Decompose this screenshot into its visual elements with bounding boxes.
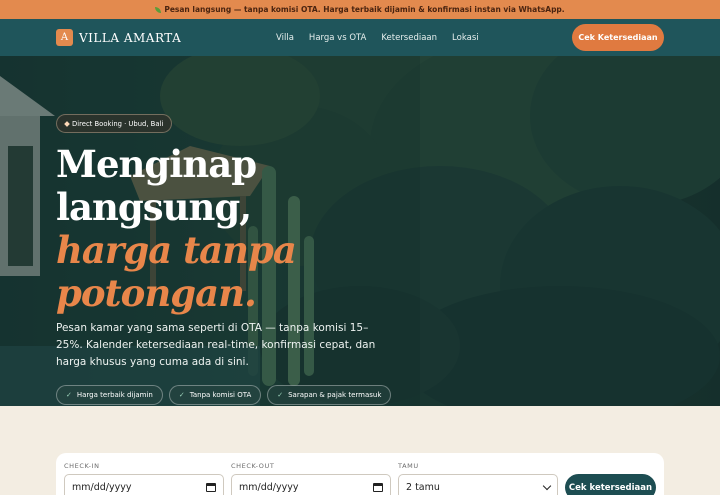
leaf-icon [155,6,162,13]
hero-badge-text: Direct Booking · Ubud, Bali [72,119,164,128]
navbar: A VILLA AMARTA Villa Harga vs OTA Keters… [0,19,720,56]
feature-chip-label: Harga terbaik dijamin [76,391,153,399]
nav-link-lokasi[interactable]: Lokasi [452,33,479,43]
checkout-value: mm/dd/yyyy [239,481,299,493]
headline-line-1: Menginap [56,142,257,186]
nav-link-villa[interactable]: Villa [276,33,294,43]
hero-section: Direct Booking · Ubud, Bali Menginap lan… [0,56,720,406]
booking-form: CHECK-IN mm/dd/yyyy CHECK-OUT mm/dd/yyyy… [56,453,664,495]
feature-chip-label: Sarapan & pajak termasuk [288,391,382,399]
calendar-icon[interactable] [373,482,383,492]
feature-chip-label: Tanpa komisi OTA [189,391,252,399]
check-icon: ✓ [178,391,185,399]
checkin-value: mm/dd/yyyy [72,481,132,493]
checkin-label: CHECK-IN [64,462,100,470]
feature-chip: ✓ Sarapan & pajak termasuk [267,385,392,405]
announcement-text: Pesan langsung — tanpa komisi OTA. Harga… [164,5,565,14]
diamond-icon [64,120,70,127]
check-icon: ✓ [66,391,72,399]
checkout-date-input[interactable]: mm/dd/yyyy [231,474,391,495]
guests-label: TAMU [398,462,419,470]
headline-accent-1: harga tanpa [56,228,297,272]
nav-link-harga[interactable]: Harga vs OTA [309,33,366,43]
brand-name[interactable]: VILLA AMARTA [79,31,181,45]
headline-accent-2: potongan. [56,271,257,315]
calendar-icon[interactable] [206,482,216,492]
feature-chip: ✓ Tanpa komisi OTA [168,385,262,405]
hero-headline: Menginap langsung, harga tanpa potongan. [56,142,297,315]
check-availability-button[interactable]: Cek ketersediaan [565,474,656,495]
nav-links: Villa Harga vs OTA Ketersediaan Lokasi [276,19,479,56]
announcement-bar: Pesan langsung — tanpa komisi OTA. Harga… [0,0,720,19]
checkin-date-input[interactable]: mm/dd/yyyy [64,474,224,495]
checkout-label: CHECK-OUT [231,462,275,470]
nav-link-ketersediaan[interactable]: Ketersediaan [381,33,437,43]
guests-select[interactable]: 2 tamu [398,474,558,495]
chevron-down-icon [542,481,552,490]
check-icon: ✓ [277,391,284,399]
feature-chips: ✓ Harga terbaik dijamin ✓ Tanpa komisi O… [56,385,392,405]
feature-chip: ✓ Harga terbaik dijamin [56,385,163,405]
hero-description: Pesan kamar yang sama seperti di OTA — t… [56,322,376,368]
nav-cta-button[interactable]: Cek Ketersediaan [572,24,664,51]
guests-value: 2 tamu [406,481,440,493]
headline-line-2: langsung, [56,185,252,229]
hero-badge: Direct Booking · Ubud, Bali [56,114,173,133]
logo-mark[interactable]: A [56,29,73,46]
